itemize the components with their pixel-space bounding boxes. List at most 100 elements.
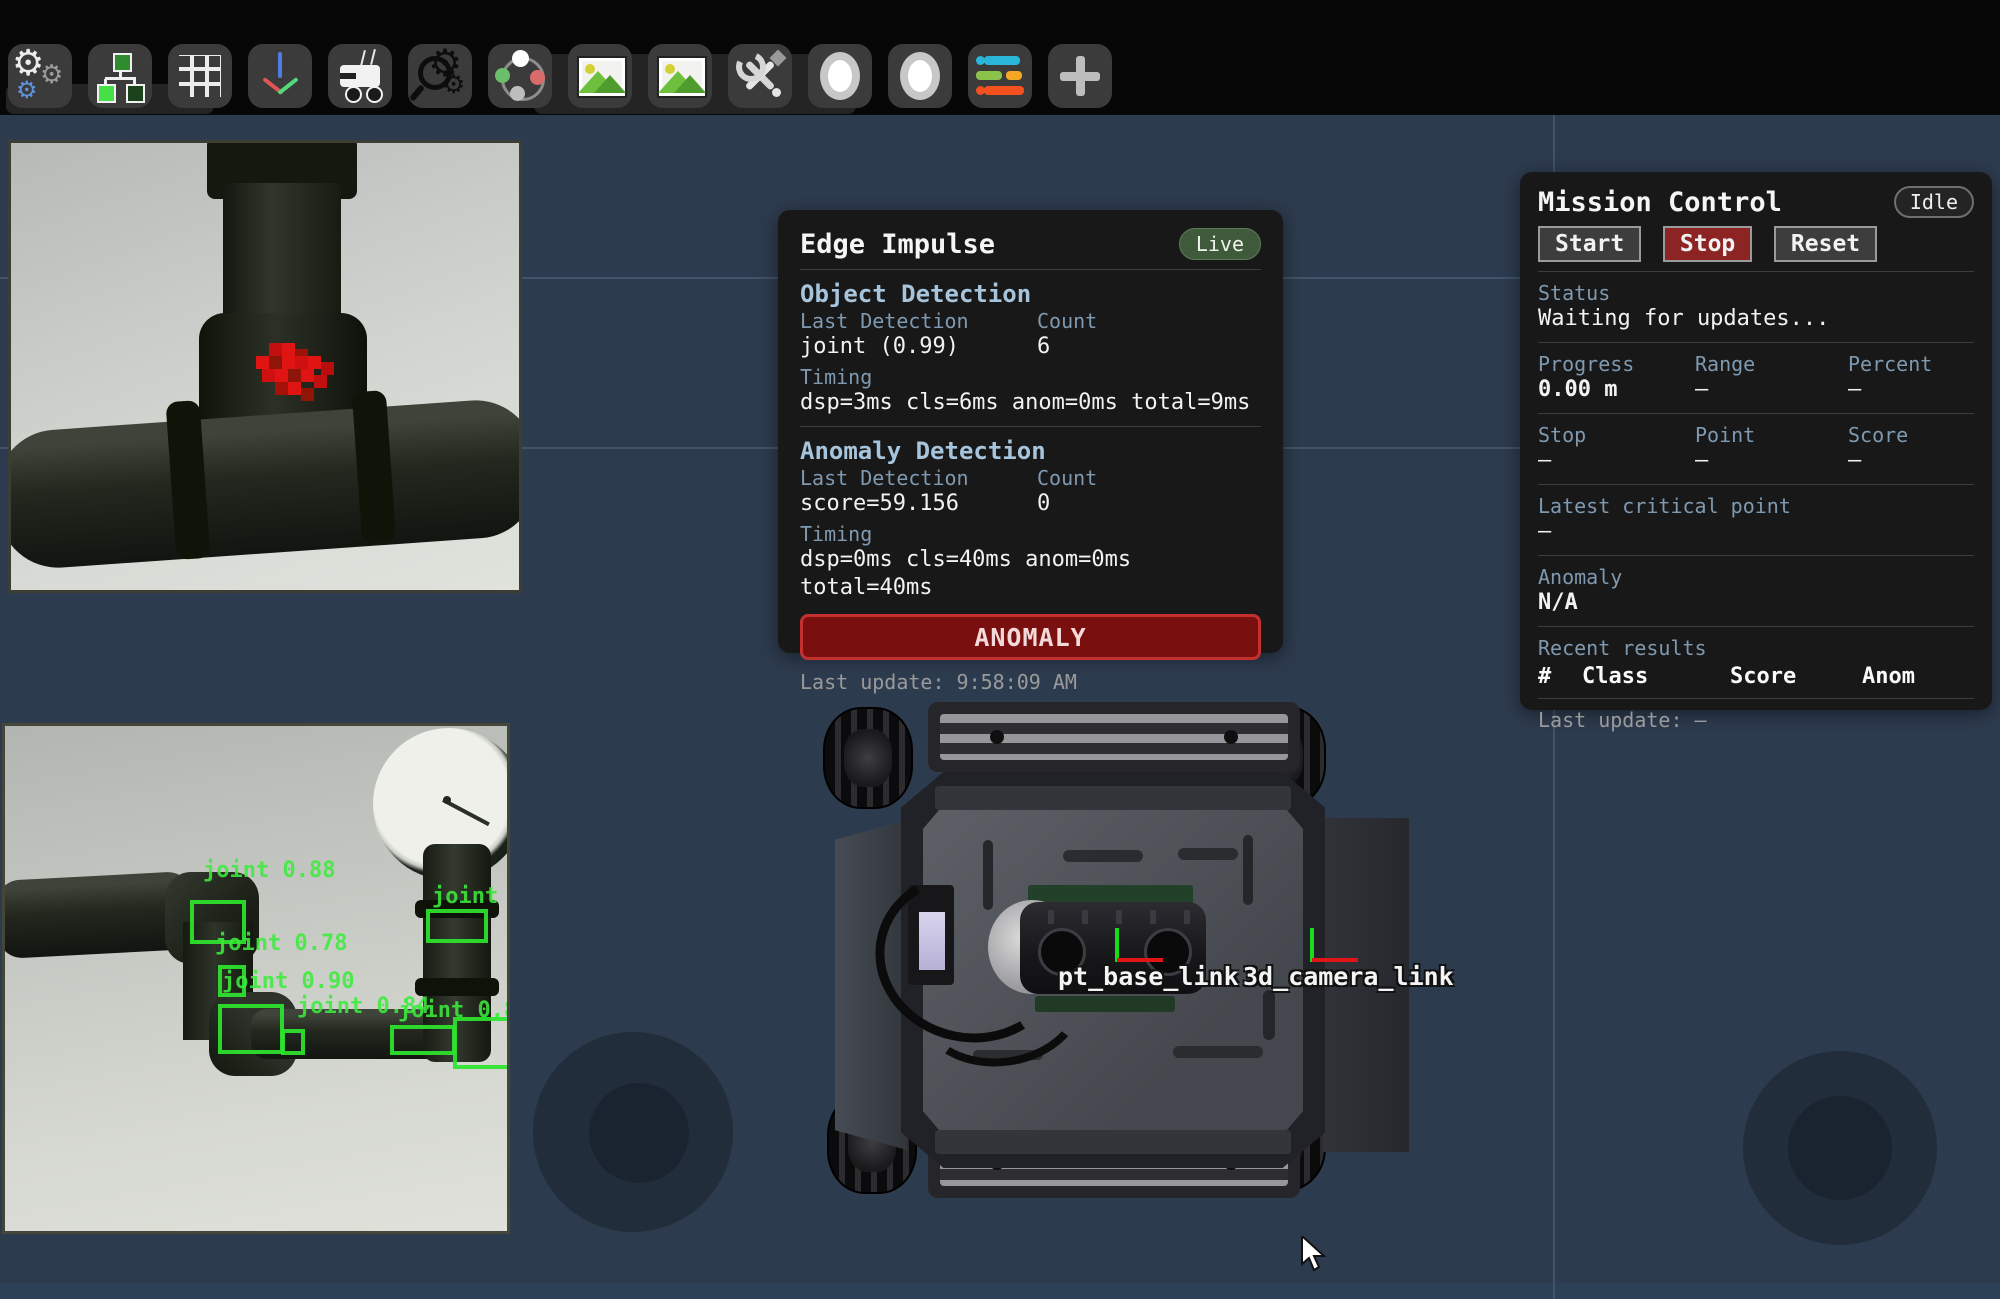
last-detection-value: joint (0.99) <box>800 333 1037 361</box>
count-value: 0 <box>1037 490 1261 518</box>
state-dots-button[interactable] <box>488 44 552 108</box>
joystick-right-knob[interactable] <box>1788 1096 1892 1200</box>
rover-icon <box>328 44 392 108</box>
tf-frame-label: pt_base_link <box>1058 962 1239 991</box>
timing-value: dsp=0ms cls=40ms anom=0ms total=40ms <box>800 546 1261 602</box>
layer-bars-icon <box>968 44 1032 108</box>
rover-3d-view: pt_base_link 3d_camera_link <box>823 690 1423 1235</box>
mission-control-panel: Mission Control Idle Start Stop Reset St… <box>1520 172 1992 710</box>
detection-box <box>390 1025 456 1055</box>
module-ridges <box>1020 910 1206 924</box>
range-label: Range <box>1695 352 1848 376</box>
axes-triad-icon <box>248 44 312 108</box>
camera-feed-detection: joint 0.88 joint 0.78 joint 0.90 joint 0… <box>2 723 510 1234</box>
magnifier-icon <box>418 56 452 90</box>
score-label: Score <box>1848 423 1974 447</box>
rover-button[interactable] <box>328 44 392 108</box>
layer-bars-button[interactable] <box>968 44 1032 108</box>
state-dots-icon <box>488 44 552 108</box>
magnifier-handle <box>409 84 425 102</box>
image-panel-a-button[interactable] <box>568 44 632 108</box>
lens-b-button[interactable] <box>888 44 952 108</box>
settings-gears-button[interactable]: ⚙ ⚙ ⚙ <box>8 44 72 108</box>
detection-label: joint 0.88 <box>203 858 335 883</box>
panel-title: Mission Control <box>1538 187 1782 218</box>
panel-title: Edge Impulse <box>800 229 995 260</box>
start-button[interactable]: Start <box>1538 226 1641 262</box>
anomaly-value: N/A <box>1538 589 1974 617</box>
point-value: – <box>1695 447 1848 475</box>
rover-deck-rail <box>935 786 1291 810</box>
gear-icon: ⚙ <box>40 62 63 88</box>
tf-axis-z <box>1115 928 1119 962</box>
last-detection-label: Last Detection <box>800 309 1037 333</box>
node-graph-button[interactable] <box>88 44 152 108</box>
anomaly-banner: ANOMALY <box>800 614 1261 660</box>
gear-icon: ⚙ <box>16 78 38 102</box>
stop-label: Stop <box>1538 423 1695 447</box>
lens-a-button[interactable] <box>808 44 872 108</box>
results-col-score: Score <box>1730 664 1862 689</box>
results-col-class: Class <box>1582 664 1730 689</box>
score-value: – <box>1848 447 1974 475</box>
timing-label: Timing <box>800 522 1261 546</box>
detection-box <box>281 1029 305 1055</box>
stop-value: – <box>1538 447 1695 475</box>
detection-box <box>218 1004 284 1054</box>
live-badge: Live <box>1179 228 1261 260</box>
results-col-num: # <box>1538 664 1582 689</box>
last-update-text: Last update: – <box>1538 708 1974 732</box>
app-window: ⚙ ⚙ ⚙ <box>0 0 2000 1299</box>
count-value: 6 <box>1037 333 1261 361</box>
tools-icon <box>728 44 792 108</box>
point-label: Point <box>1695 423 1848 447</box>
detection-box <box>453 1017 510 1069</box>
detection-label: joint 0.78 <box>215 931 347 956</box>
count-label: Count <box>1037 466 1261 490</box>
range-value: – <box>1695 376 1848 404</box>
rover-wheel <box>823 707 913 809</box>
joystick-left-knob[interactable] <box>589 1083 689 1183</box>
timing-value: dsp=3ms cls=6ms anom=0ms total=9ms <box>800 389 1261 417</box>
mouse-cursor <box>1300 1236 1330 1274</box>
edge-impulse-panel: Edge Impulse Live Object Detection Last … <box>778 210 1283 653</box>
anomaly-label: Anomaly <box>1538 565 1974 589</box>
detection-box <box>426 909 488 943</box>
last-update-text: Last update: 9:58:09 AM <box>800 670 1261 694</box>
pipe-vertical <box>223 183 341 333</box>
rover-front-bumper <box>928 702 1300 772</box>
stop-button[interactable]: Stop <box>1663 226 1752 262</box>
tools-button[interactable] <box>728 44 792 108</box>
heatmap-overlay <box>256 343 366 423</box>
grid-button[interactable] <box>168 44 232 108</box>
rover-deck-rail <box>935 1130 1291 1154</box>
deck-slot <box>1063 850 1143 862</box>
axes-button[interactable] <box>248 44 312 108</box>
inspect-gears-button[interactable]: ⚙ ⚙ <box>408 44 472 108</box>
add-panel-button[interactable] <box>1048 44 1112 108</box>
reset-button[interactable]: Reset <box>1774 226 1877 262</box>
plus-icon <box>1048 44 1112 108</box>
percent-label: Percent <box>1848 352 1974 376</box>
progress-label: Progress <box>1538 352 1695 376</box>
percent-value: – <box>1848 376 1974 404</box>
image-icon <box>579 58 625 96</box>
anomaly-detection-header: Anomaly Detection <box>800 436 1261 466</box>
image-icon <box>659 58 705 96</box>
detection-label: joint 0.90 <box>222 969 354 994</box>
image-panel-b-button[interactable] <box>648 44 712 108</box>
status-label: Status <box>1538 281 1974 305</box>
lens-icon <box>900 52 940 100</box>
timing-label: Timing <box>800 365 1261 389</box>
object-detection-header: Object Detection <box>800 279 1261 309</box>
last-detection-value: score=59.156 <box>800 490 1037 518</box>
count-label: Count <box>1037 309 1261 333</box>
grid-icon <box>179 55 221 97</box>
tf-axis-z <box>1310 928 1314 962</box>
recent-results-label: Recent results <box>1538 636 1974 660</box>
results-col-anom: Anom <box>1862 664 1974 689</box>
deck-slot <box>1243 835 1253 905</box>
toolbar: ⚙ ⚙ ⚙ <box>0 0 2000 115</box>
status-value: Waiting for updates... <box>1538 305 1974 333</box>
deck-slot <box>1173 1046 1263 1058</box>
